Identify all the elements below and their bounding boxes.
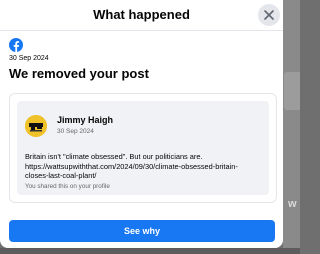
shared-note: You shared this on your profile [25, 183, 110, 190]
post-text-line: Britain isn't "climate obsessed". But ou… [25, 152, 203, 161]
removal-date: 30 Sep 2024 [9, 55, 49, 62]
backdrop-text: w [288, 198, 297, 210]
avatar-image [25, 115, 47, 137]
facebook-icon [9, 38, 23, 52]
dialog-heading: We removed your post [9, 66, 149, 81]
close-button[interactable] [258, 4, 280, 26]
post-link: https://wattsupwiththat.com/2024/09/30/c… [25, 161, 238, 171]
dialog-header: What happened [0, 0, 283, 31]
post-preview: Jimmy Haigh 30 Sep 2024 Britain isn't "c… [17, 101, 269, 195]
removed-post-card: Jimmy Haigh 30 Sep 2024 Britain isn't "c… [9, 93, 277, 203]
see-why-button[interactable]: See why [9, 220, 275, 242]
post-author: Jimmy Haigh [57, 115, 114, 125]
avatar [25, 115, 47, 137]
backdrop-strip [0, 248, 300, 254]
backdrop-card [284, 72, 300, 110]
post-text: Britain isn't "climate obsessed". But ou… [25, 152, 269, 181]
dialog-title: What happened [93, 7, 190, 22]
what-happened-dialog: What happened 30 Sep 2024 We removed you… [0, 0, 283, 248]
close-icon [264, 10, 274, 20]
post-date: 30 Sep 2024 [57, 128, 94, 135]
page-backdrop [283, 0, 300, 254]
post-link: closes-last-coal-plant/ [25, 171, 97, 181]
